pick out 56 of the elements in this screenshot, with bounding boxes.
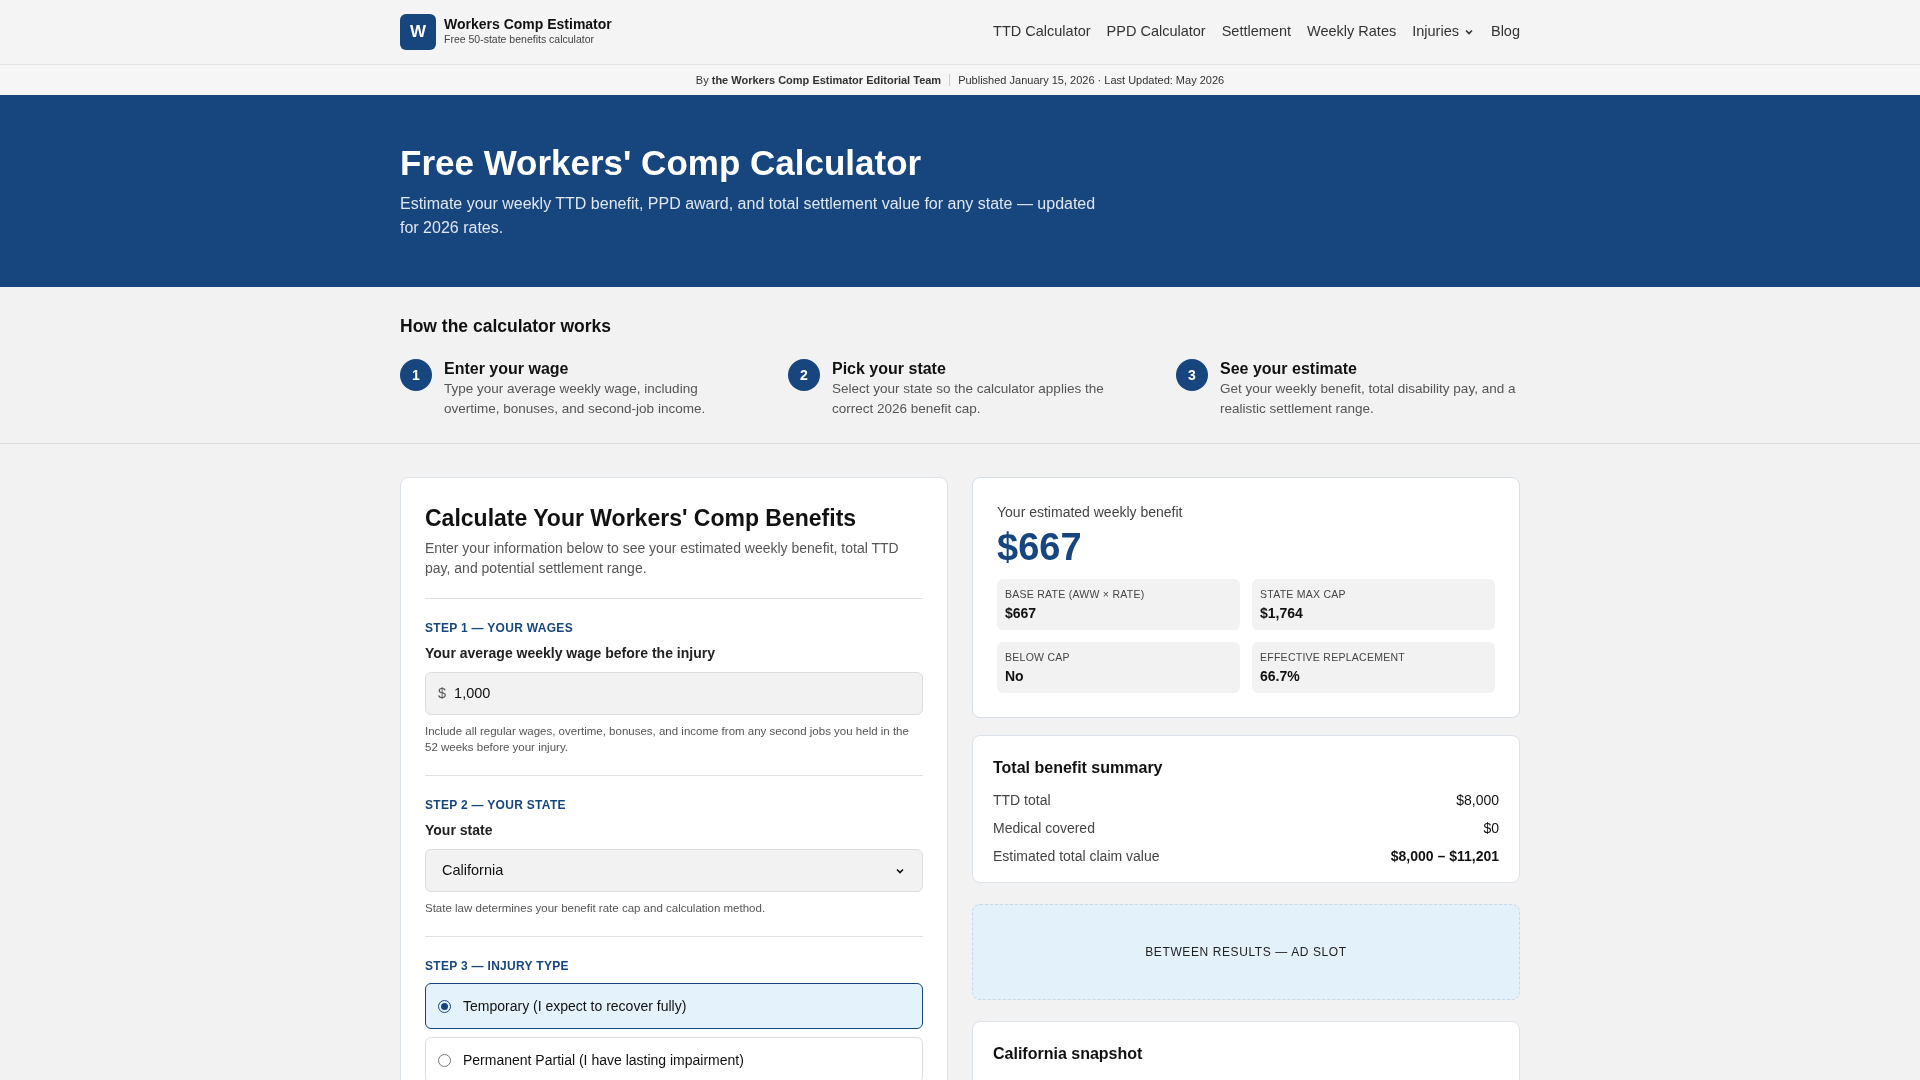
step-number: 2 xyxy=(788,359,820,392)
section-title: How the calculator works xyxy=(400,315,613,338)
help-text: Include all regular wages, overtime, bonuses, and income from any second jobs you held in the 52 weeks before your injury. xyxy=(425,724,910,755)
hero-title: Free Workers' Comp Calculator xyxy=(400,142,923,184)
summary-value: $0 xyxy=(1483,818,1499,838)
brand-name: Workers Comp Estimator xyxy=(444,16,612,33)
brand-tagline: Free 50-state benefits calculator xyxy=(444,32,595,48)
summary-label: Medical covered xyxy=(993,818,1095,838)
stat-value: $1,764 xyxy=(1260,603,1304,623)
result-label: Your estimated weekly benefit xyxy=(997,503,1184,522)
calculator-title: Calculate Your Workers' Comp Benefits xyxy=(425,504,858,533)
wage-input[interactable]: $ 1,000 xyxy=(425,672,923,715)
stat-label: BELOW CAP xyxy=(1005,650,1071,665)
step-description: Select your state so the calculator applies the correct 2026 benefit cap. xyxy=(832,380,1105,419)
stat-label: BASE RATE (AWW × RATE) xyxy=(1005,587,1146,602)
summary-label: Estimated total claim value xyxy=(993,846,1160,866)
nav-link[interactable]: Blog xyxy=(1490,21,1520,43)
nav-link[interactable]: TTD Calculator xyxy=(993,21,1091,43)
step-title: Pick your state xyxy=(832,359,947,380)
step-description: Get your weekly benefit, total disability pay, and a realistic settlement range. xyxy=(1220,380,1517,419)
logo-icon[interactable]: W xyxy=(400,14,436,50)
nav-link[interactable]: PPD Calculator xyxy=(1106,21,1206,43)
summary-label: TTD total xyxy=(993,790,1051,810)
summary-value: $8,000 – $11,201 xyxy=(1390,846,1499,866)
step-heading: STEP 3 — INJURY TYPE xyxy=(425,958,570,975)
stat-value: No xyxy=(1005,666,1025,686)
step-description: Type your average weekly wage, including overtime, bonuses, and second-job income. xyxy=(444,380,707,419)
step-title: Enter your wage xyxy=(444,359,570,380)
nav-dropdown[interactable]: Injuries xyxy=(1412,21,1475,43)
radio-option[interactable]: Temporary (I expect to recover fully) xyxy=(425,983,923,1029)
step-number: 1 xyxy=(400,359,432,392)
step-number: 3 xyxy=(1176,359,1208,392)
hero-subtitle: Estimate your weekly TTD benefit, PPD award, and total settlement value for any state — updated for 2026 rates. xyxy=(400,194,1097,238)
field-label: Your state xyxy=(425,821,494,840)
field-label: Your average weekly wage before the injury xyxy=(425,644,716,663)
radio-option[interactable]: Permanent Partial (I have lasting impairment) xyxy=(425,1037,923,1080)
step-heading: STEP 2 — YOUR STATE xyxy=(425,797,567,814)
step-title: See your estimate xyxy=(1220,359,1358,380)
stat-label: STATE MAX CAP xyxy=(1260,587,1347,602)
stat-label: EFFECTIVE REPLACEMENT xyxy=(1260,650,1406,665)
step-heading: STEP 1 — YOUR WAGES xyxy=(425,620,574,637)
snapshot-title: California snapshot xyxy=(993,1044,1144,1064)
publish-dates: Published January 15, 2026 · Last Updated: May 2026 xyxy=(958,72,1225,88)
summary-value: $8,000 xyxy=(1456,790,1499,810)
nav-link[interactable]: Settlement xyxy=(1221,21,1292,43)
stat-value: 66.7% xyxy=(1260,666,1301,686)
currency-prefix: $ xyxy=(438,683,447,703)
nav-link[interactable]: Weekly Rates xyxy=(1307,21,1397,43)
weekly-benefit-amount: $667 xyxy=(997,525,1083,570)
help-text: State law determines your benefit rate cap and calculation method. xyxy=(425,901,767,916)
stat-value: $667 xyxy=(1005,603,1038,623)
calculator-intro: Enter your information below to see your estimated weekly benefit, total TTD pay, and potential settlement range. xyxy=(425,539,900,578)
summary-title: Total benefit summary xyxy=(993,758,1164,778)
ad-slot: BETWEEN RESULTS — AD SLOT xyxy=(972,904,1520,1000)
author-byline: By the Workers Comp Estimator Editorial Team xyxy=(695,72,942,88)
state-select[interactable]: California xyxy=(425,849,923,892)
